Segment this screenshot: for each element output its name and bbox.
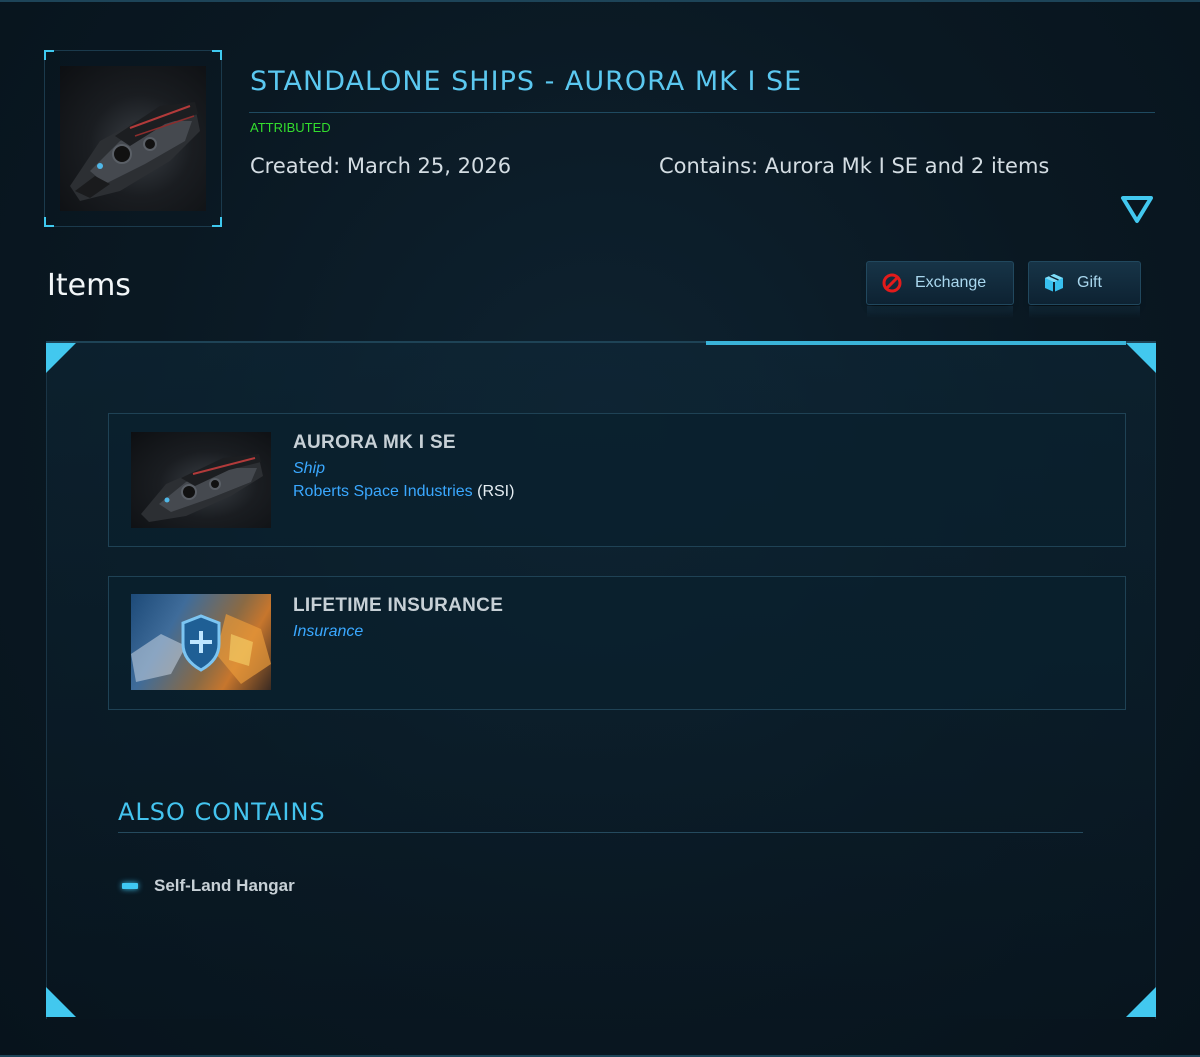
also-contains-divider xyxy=(118,832,1083,833)
list-item: Self-Land Hangar xyxy=(122,876,295,896)
pledge-detail-view: STANDALONE SHIPS - AURORA MK I SE ATTRIB… xyxy=(0,0,1200,1057)
item-title: LIFETIME INSURANCE xyxy=(293,595,504,616)
pledge-title: STANDALONE SHIPS - AURORA MK I SE xyxy=(250,66,803,97)
panel-corner-accent xyxy=(46,987,76,1017)
triangle-down-icon xyxy=(1121,196,1153,223)
item-title: AURORA MK I SE xyxy=(293,432,456,453)
item-type: Ship xyxy=(293,460,326,477)
bullet-icon xyxy=(122,883,138,889)
manufacturer-name: Roberts Space Industries xyxy=(293,483,473,500)
item-card: LIFETIME INSURANCE Insurance xyxy=(108,576,1126,710)
gift-label: Gift xyxy=(1077,274,1102,291)
panel-corner-accent xyxy=(1126,343,1156,373)
contains-summary: Contains: Aurora Mk I SE and 2 items xyxy=(659,154,1050,178)
pledge-ship-thumbnail xyxy=(60,66,206,211)
ship-image xyxy=(131,432,271,528)
panel-top-accent xyxy=(706,341,1126,345)
frame-corner xyxy=(44,50,54,60)
manufacturer-abbr: (RSI) xyxy=(477,483,515,500)
item-card: AURORA MK I SE Ship Roberts Space Indust… xyxy=(108,413,1126,547)
exchange-label: Exchange xyxy=(915,274,987,291)
collapse-toggle-button[interactable] xyxy=(1120,194,1154,224)
frame-corner xyxy=(212,50,222,60)
also-contains-item: Self-Land Hangar xyxy=(154,876,295,895)
gift-button[interactable]: Gift xyxy=(1028,261,1141,318)
status-badge: ATTRIBUTED xyxy=(250,120,331,135)
gift-box-icon xyxy=(1043,272,1065,294)
frame-corner xyxy=(212,217,222,227)
created-date: Created: March 25, 2026 xyxy=(250,154,512,178)
items-heading: Items xyxy=(47,268,131,303)
exchange-button[interactable]: Exchange xyxy=(866,261,1014,318)
item-manufacturer: Roberts Space Industries (RSI) xyxy=(293,483,514,501)
frame-corner xyxy=(44,217,54,227)
pledge-thumbnail-frame xyxy=(44,50,222,227)
panel-corner-accent xyxy=(46,343,76,373)
no-entry-icon xyxy=(881,272,903,294)
title-divider xyxy=(249,112,1155,113)
item-type: Insurance xyxy=(293,623,364,640)
panel-corner-accent xyxy=(1126,987,1156,1017)
insurance-shield-image xyxy=(131,594,271,690)
also-contains-heading: ALSO CONTAINS xyxy=(118,798,326,826)
